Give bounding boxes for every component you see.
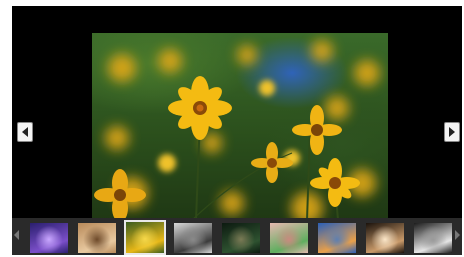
main-photo-image <box>94 40 380 220</box>
thumb-purple-sky[interactable] <box>30 223 68 253</box>
thumb-green-figures[interactable] <box>270 223 308 253</box>
main-photo: i <box>92 33 388 220</box>
flower-main <box>168 76 232 140</box>
thumb-woman-portrait[interactable] <box>78 223 116 253</box>
strip-scroll-right-icon[interactable] <box>455 230 460 240</box>
strip-scroll-left-icon[interactable] <box>14 230 19 240</box>
thumb-man-in-suit[interactable] <box>174 223 212 253</box>
chevron-right-icon <box>449 127 455 137</box>
chevron-left-icon <box>22 127 28 137</box>
thumb-blue-mountains[interactable] <box>318 223 356 253</box>
slideshow-viewer: i <box>12 6 462 255</box>
previous-button[interactable] <box>17 122 33 142</box>
thumb-dark-landscape[interactable] <box>222 223 260 253</box>
thumb-baby-sleeping[interactable] <box>414 223 452 253</box>
thumbnail-strip <box>12 218 462 255</box>
next-button[interactable] <box>444 122 460 142</box>
thumb-yellow-flowers[interactable] <box>124 220 166 255</box>
thumb-couple[interactable] <box>366 223 404 253</box>
